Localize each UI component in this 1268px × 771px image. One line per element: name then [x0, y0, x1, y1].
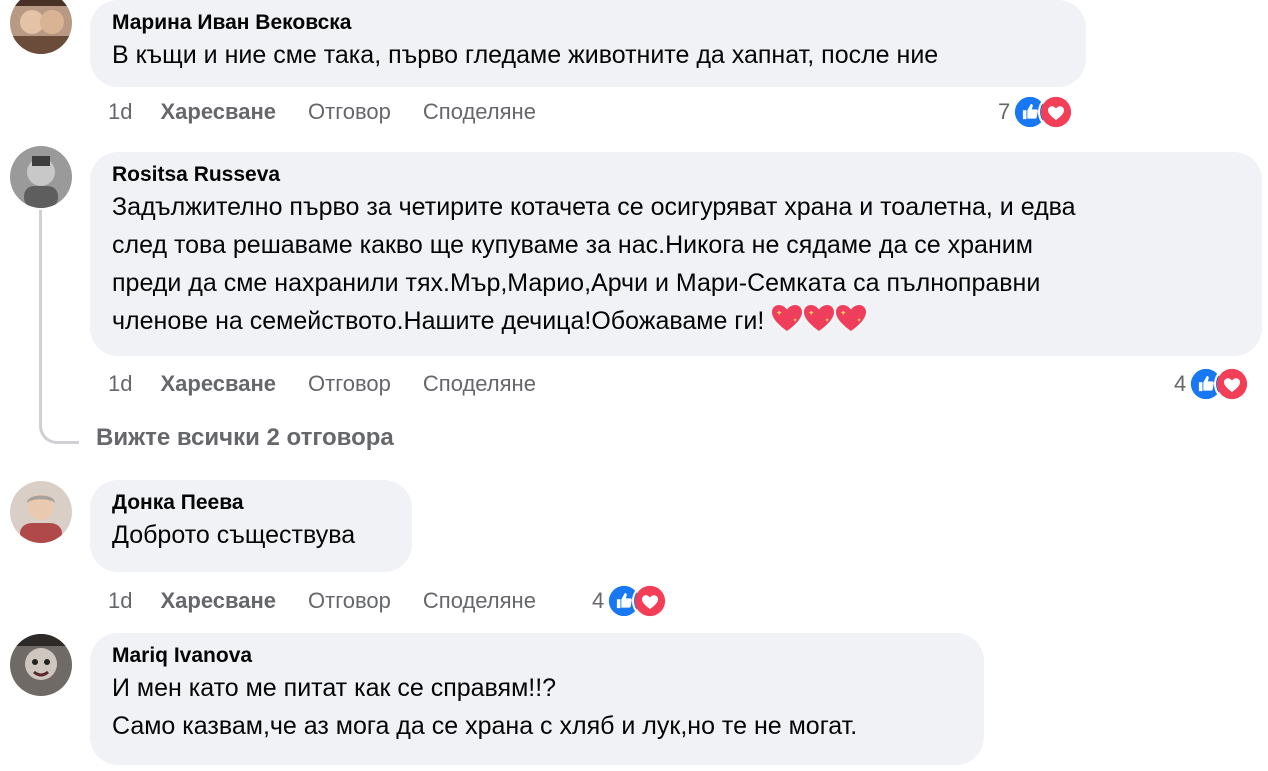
comment-text-line: след това решаваме какво ще купуваме за … [112, 231, 1033, 259]
like-button[interactable]: Харесване [160, 588, 276, 614]
avatar[interactable] [10, 146, 72, 208]
view-all-replies-link[interactable]: Вижте всички 2 отговора [96, 424, 394, 452]
comment-time[interactable]: 1d [108, 588, 132, 614]
comment-author[interactable]: Марина Иван Вековска [112, 9, 1064, 36]
comment-author[interactable]: Mariq Ivanova [112, 642, 962, 669]
love-reaction-icon [632, 583, 669, 619]
comment-text-line: членове на семейството.Нашите дечица!Обо… [112, 302, 1240, 340]
comment-author[interactable]: Rositsa Russeva [112, 161, 1240, 188]
comment-actions: 1d Харесване Отговор Споделяне [108, 96, 536, 128]
comment-text-line: В къщи и ние сме така, първо гледаме жив… [112, 41, 939, 69]
comment-text-line: преди да сме нахранили тях.Мър,Марио,Арч… [112, 269, 1041, 297]
comment-bubble: Mariq Ivanova И мен като ме питат как се… [90, 633, 984, 765]
avatar[interactable] [10, 634, 72, 696]
sparkling-heart-emoji [772, 305, 803, 331]
share-button[interactable]: Споделяне [423, 588, 536, 614]
share-button[interactable]: Споделяне [423, 99, 536, 125]
comment-text: И мен като ме питат как се справям!!? Са… [112, 669, 962, 745]
comment-text-line: Само казвам,че аз мога да се храна с хля… [112, 712, 858, 740]
reply-button[interactable]: Отговор [308, 99, 391, 125]
comment-text: Доброто съществува [112, 516, 390, 554]
comment-text-line: Доброто съществува [112, 521, 356, 549]
sparkling-heart-emoji [804, 305, 835, 331]
share-button[interactable]: Споделяне [423, 371, 536, 397]
thread-line [39, 210, 42, 422]
avatar[interactable] [10, 0, 72, 54]
comment-bubble: Марина Иван Вековска В къщи и ние сме та… [90, 0, 1086, 87]
comment-bubble: Rositsa Russeva Задължително първо за че… [90, 152, 1262, 356]
reply-button[interactable]: Отговор [308, 588, 391, 614]
comment-text: В къщи и ние сме така, първо гледаме жив… [112, 36, 1064, 74]
reaction-count: 4 [1174, 371, 1187, 396]
comment-text: Задължително първо за четирите котачета … [112, 188, 1240, 340]
like-button[interactable]: Харесване [160, 371, 276, 397]
like-button[interactable]: Харесване [160, 99, 276, 125]
comment-actions: 1d Харесване Отговор Споделяне [108, 585, 536, 617]
reaction-summary[interactable]: 4 [592, 581, 669, 621]
comment-text-line: Задължително първо за четирите котачета … [112, 193, 1076, 221]
comment-text-line: И мен като ме питат как се справям!!? [112, 674, 557, 702]
sparkling-heart-emoji-group [770, 303, 867, 333]
comment-actions: 1d Харесване Отговор Споделяне [108, 368, 536, 400]
comment-text-segment: членове на семейството.Нашите дечица!Обо… [112, 307, 765, 335]
reaction-count: 4 [592, 588, 605, 613]
comment-time[interactable]: 1d [108, 99, 132, 125]
avatar[interactable] [10, 481, 72, 543]
comment-bubble: Донка Пеева Доброто съществува [90, 480, 412, 572]
comment-author[interactable]: Донка Пеева [112, 489, 390, 516]
love-reaction-icon [1214, 366, 1251, 402]
sparkling-heart-emoji [836, 305, 867, 331]
reply-button[interactable]: Отговор [308, 371, 391, 397]
love-reaction-icon [1038, 94, 1075, 130]
thread-connector [39, 418, 79, 444]
comment-time[interactable]: 1d [108, 371, 132, 397]
reaction-summary[interactable]: 7 [998, 92, 1075, 132]
reaction-summary[interactable]: 4 [1174, 364, 1251, 404]
reaction-count: 7 [998, 99, 1011, 124]
